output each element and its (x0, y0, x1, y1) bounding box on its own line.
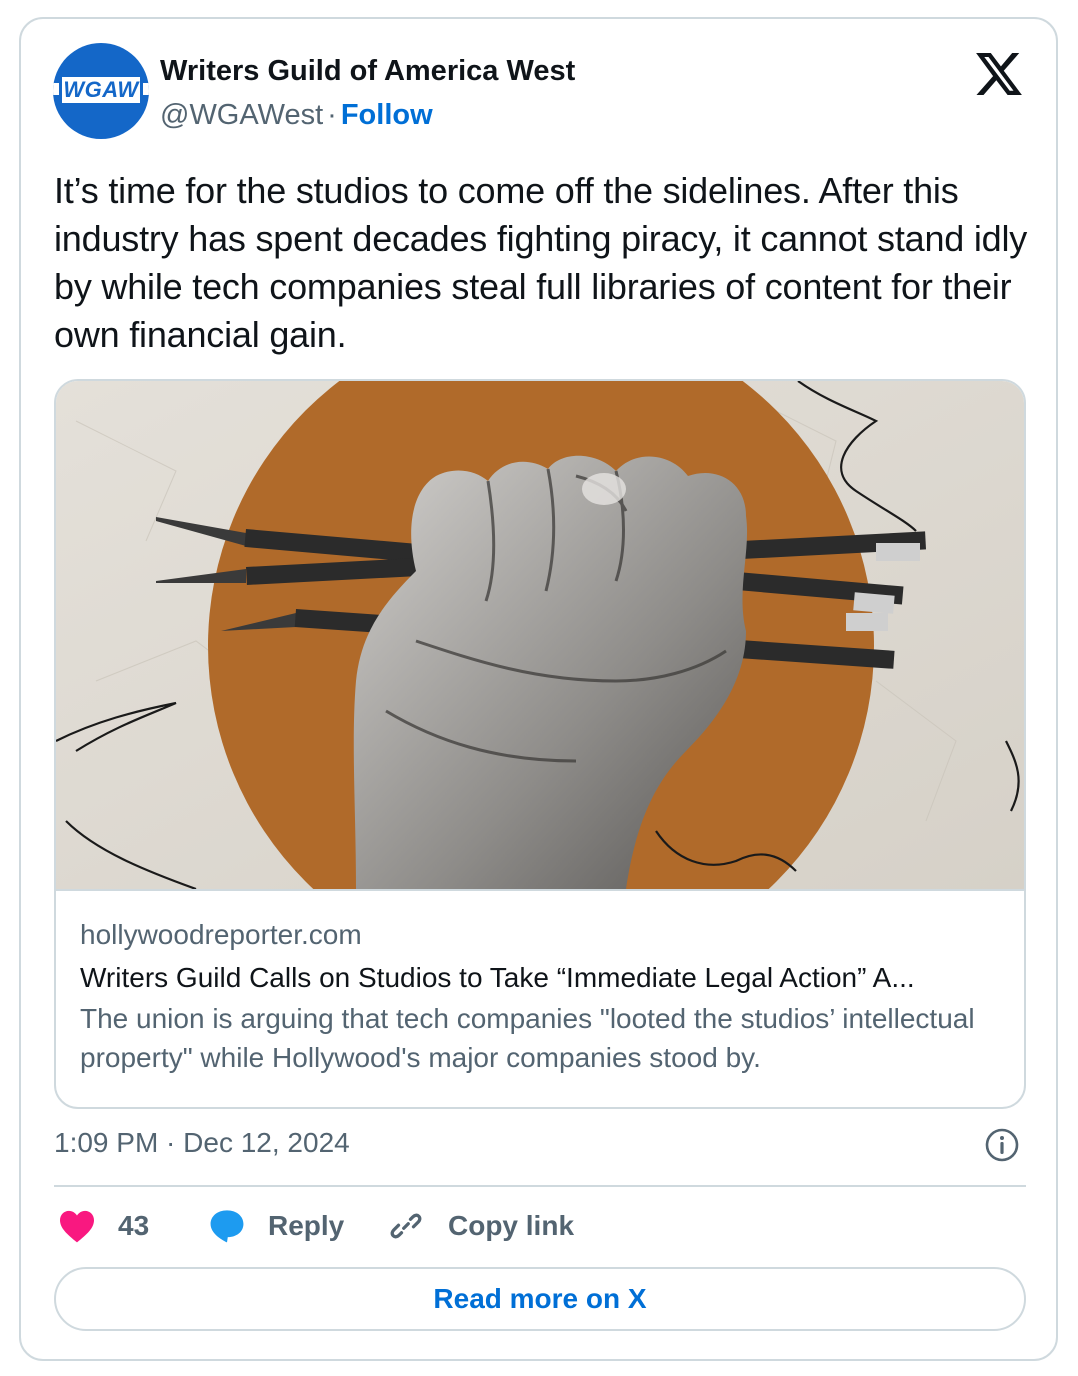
link-preview-card[interactable]: hollywoodreporter.com Writers Guild Call… (54, 379, 1026, 1109)
read-more-button[interactable]: Read more on X (54, 1267, 1026, 1331)
heart-icon (60, 1210, 94, 1243)
copy-link-button[interactable]: Copy link (388, 1203, 574, 1249)
reply-button[interactable]: Reply (208, 1203, 344, 1249)
reply-label: Reply (268, 1210, 345, 1241)
author-handle[interactable]: @WGAWest (160, 99, 323, 131)
avatar-logo-text: WGAW (59, 74, 143, 106)
divider (54, 1185, 1026, 1187)
avatar[interactable]: WGAW (53, 43, 149, 139)
author-name[interactable]: Writers Guild of America West (160, 55, 575, 88)
article-image (56, 381, 1024, 889)
separator-dot: · (327, 99, 337, 131)
link-icon (390, 1213, 422, 1239)
tweet-text: It’s time for the studios to come off th… (54, 170, 1028, 355)
reply-bubble-icon (210, 1210, 244, 1243)
link-description: The union is arguing that tech companies… (80, 1003, 975, 1073)
link-headline[interactable]: Writers Guild Calls on Studios to Take “… (80, 959, 1000, 997)
like-count: 43 (118, 1210, 150, 1241)
info-icon[interactable] (984, 1127, 1020, 1163)
follow-button[interactable]: Follow (341, 99, 433, 131)
link-domain: hollywoodreporter.com (80, 919, 362, 950)
author-handle-row: @WGAWest · Follow (160, 99, 433, 132)
like-button[interactable]: 43 (58, 1203, 149, 1249)
copy-link-label: Copy link (448, 1210, 575, 1241)
tweet-timestamp[interactable]: 1:09 PM · Dec 12, 2024 (54, 1127, 350, 1159)
action-bar: 43 Reply Copy link (54, 1203, 1026, 1249)
link-meta: hollywoodreporter.com Writers Guild Call… (56, 889, 1024, 1107)
x-logo-icon[interactable] (976, 53, 1022, 95)
tweet-embed-card: WGAW Writers Guild of America West @WGAW… (19, 17, 1058, 1361)
